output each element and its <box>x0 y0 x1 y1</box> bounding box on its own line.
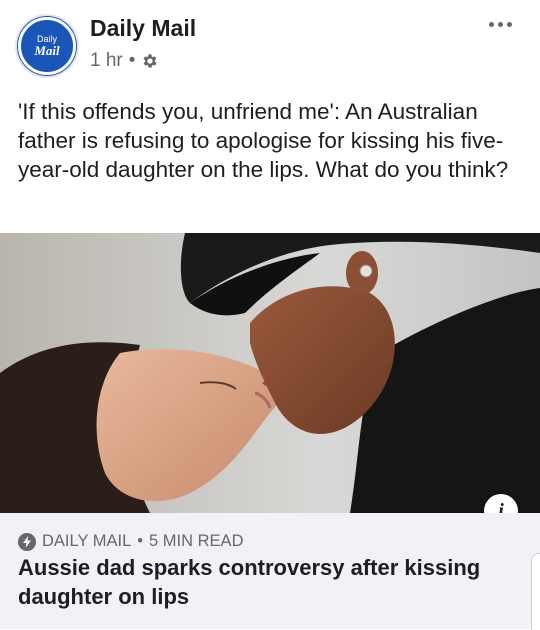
link-source-line: DAILY MAIL • 5 MIN READ <box>18 532 243 551</box>
meta-separator: • <box>128 50 136 71</box>
more-options-icon[interactable] <box>489 22 512 27</box>
photo-illustration <box>0 233 540 513</box>
post-header: Daily Mail Daily Mail 1 hr • <box>0 0 540 90</box>
link-source: DAILY MAIL <box>42 532 132 550</box>
daily-mail-logo: Daily Mail <box>18 17 76 75</box>
page-avatar[interactable]: Daily Mail <box>15 14 79 78</box>
link-preview-card[interactable]: DAILY MAIL • 5 MIN READ Aussie dad spark… <box>0 513 540 630</box>
gear-icon[interactable] <box>141 52 159 70</box>
instant-article-bolt-icon <box>18 532 36 551</box>
carousel-next-edge <box>531 553 540 630</box>
page-name-link[interactable]: Daily Mail <box>90 15 196 42</box>
link-headline[interactable]: Aussie dad sparks controversy after kiss… <box>18 553 508 611</box>
link-preview-image[interactable] <box>0 233 540 513</box>
post-timestamp[interactable]: 1 hr <box>90 50 123 72</box>
post-meta: 1 hr • <box>90 50 159 72</box>
link-read-time: 5 MIN READ <box>149 532 244 550</box>
post-message: 'If this offends you, unfriend me': An A… <box>18 99 509 182</box>
link-separator: • <box>137 532 144 550</box>
